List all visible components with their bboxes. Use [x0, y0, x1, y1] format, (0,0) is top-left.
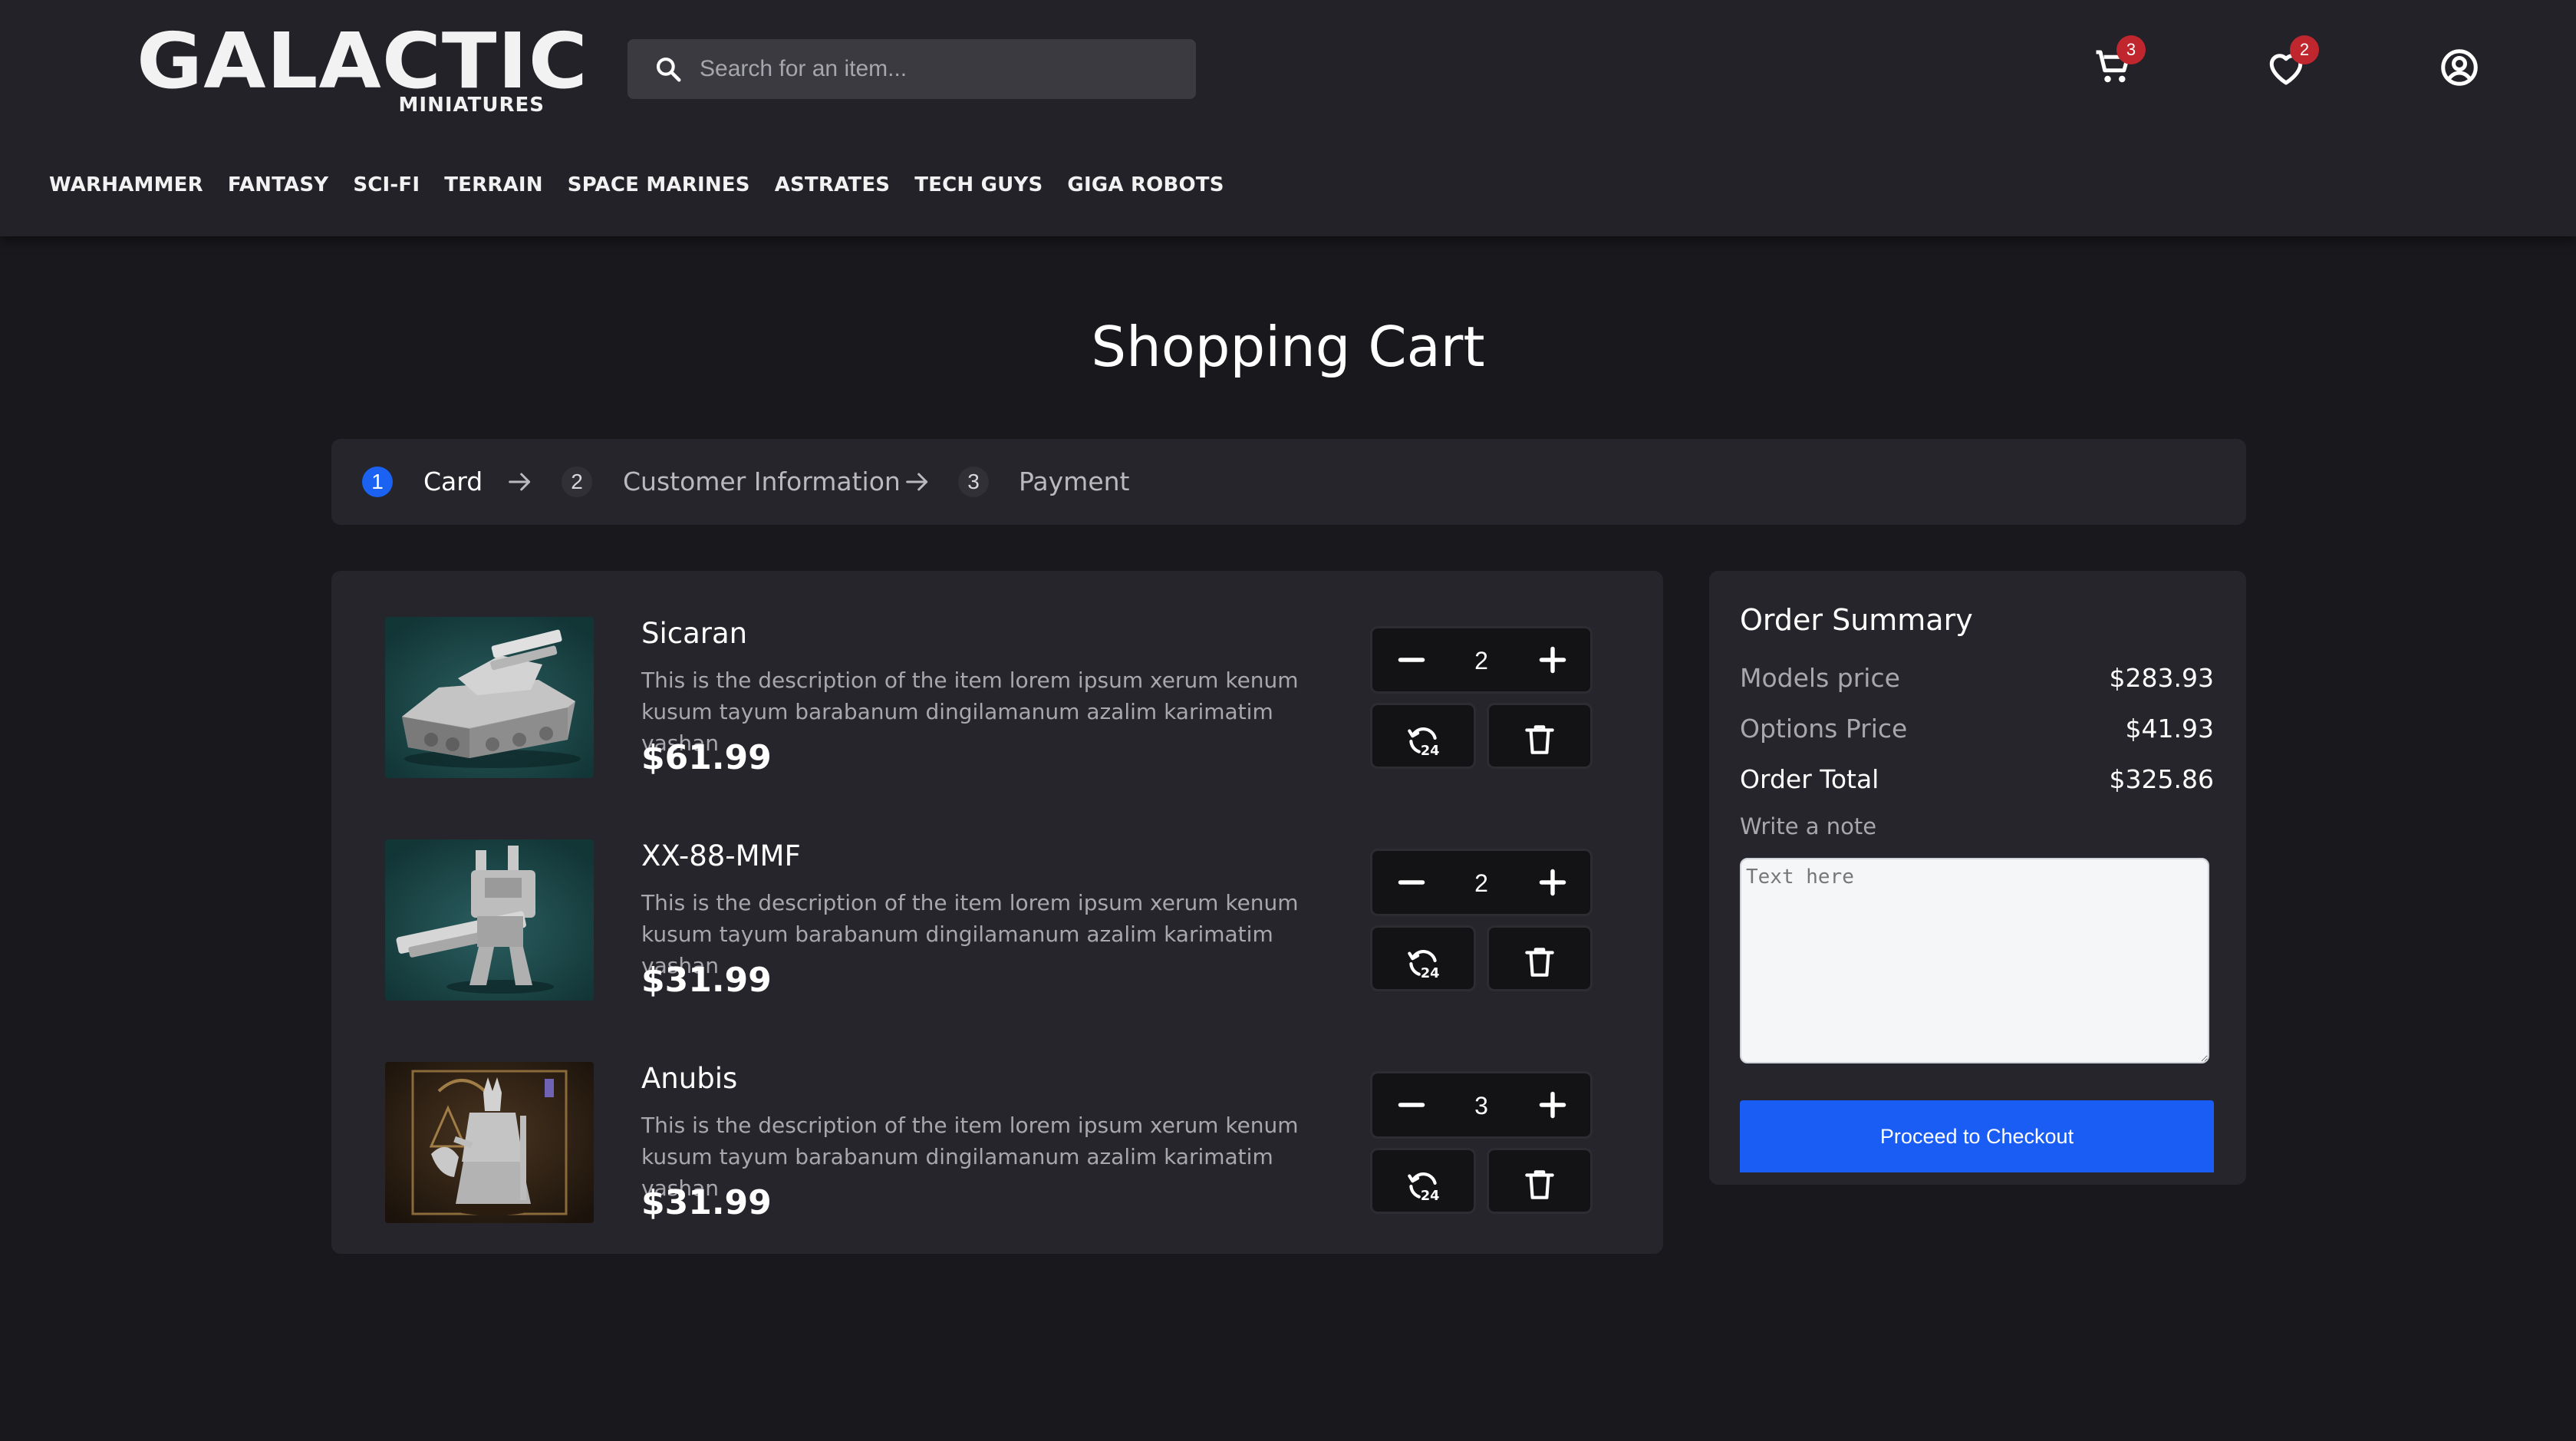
item-price: $61.99 — [641, 738, 772, 777]
quantity-value[interactable]: 2 — [1449, 851, 1514, 915]
brand-logo[interactable]: GALACTIC MINIATURES — [137, 23, 588, 119]
item-description-line: This is the description of the item lore… — [641, 1113, 1299, 1138]
user-circle-icon — [2441, 49, 2478, 86]
page-title: Shopping Cart — [1091, 315, 1485, 379]
step-1-number[interactable]: 1 — [362, 467, 393, 497]
cart-item: Anubis This is the description of the it… — [385, 1062, 1636, 1231]
arrow-right-icon — [906, 473, 928, 491]
nav-item-sci-fi[interactable]: SCI-FI — [353, 173, 420, 204]
cart-item: Sicaran This is the description of the i… — [385, 617, 1636, 786]
item-description-line: This is the description of the item lore… — [641, 668, 1299, 693]
summary-label: Options Price — [1740, 714, 1908, 744]
arrow-right-icon — [509, 473, 531, 491]
cart-count-badge: 3 — [2116, 35, 2146, 64]
nav-item-giga-robots[interactable]: GIGA ROBOTS — [1067, 173, 1224, 204]
nav-item-fantasy[interactable]: FANTASY — [228, 173, 328, 204]
renew-button[interactable]: 24 — [1370, 1148, 1476, 1214]
quantity-value[interactable]: 2 — [1449, 628, 1514, 693]
minus-icon[interactable] — [1392, 1086, 1431, 1124]
nav-item-space-marines[interactable]: SPACE MARINES — [568, 173, 750, 204]
site-header: GALACTIC MINIATURES 3 2 WARHAMMER — [0, 0, 2576, 236]
item-name[interactable]: Anubis — [641, 1062, 737, 1095]
mech-robot-miniature-image — [385, 839, 594, 1001]
svg-text:24: 24 — [1421, 744, 1440, 759]
step-2-label[interactable]: Customer Information — [623, 467, 901, 497]
order-summary-title: Order Summary — [1740, 603, 1973, 637]
cart-items-panel: Sicaran This is the description of the i… — [331, 571, 1663, 1254]
summary-value: $325.86 — [2109, 764, 2214, 794]
plus-icon[interactable] — [1533, 641, 1572, 679]
plus-icon[interactable] — [1533, 863, 1572, 902]
item-price: $31.99 — [641, 1183, 772, 1222]
trash-icon — [1525, 948, 1554, 977]
proceed-to-checkout-button[interactable]: Proceed to Checkout — [1740, 1100, 2214, 1172]
quantity-stepper: 3 — [1370, 1071, 1593, 1139]
item-thumbnail[interactable] — [385, 839, 594, 1001]
item-thumbnail[interactable] — [385, 1062, 594, 1223]
cart-item: XX-88-MMF This is the description of the… — [385, 839, 1636, 1008]
quantity-value[interactable]: 3 — [1449, 1073, 1514, 1138]
search-icon[interactable] — [654, 54, 683, 84]
svg-text:24: 24 — [1421, 966, 1440, 981]
wishlist-count-badge: 2 — [2290, 35, 2319, 64]
checkout-stepper: 1 Card 2 Customer Information 3 Payment — [331, 439, 2246, 525]
item-thumbnail[interactable] — [385, 617, 594, 778]
summary-value: $283.93 — [2109, 663, 2214, 693]
brand-name: GALACTIC — [137, 16, 588, 106]
item-name[interactable]: XX-88-MMF — [641, 839, 801, 872]
brand-subtitle: MINIATURES — [398, 94, 545, 117]
summary-row-order-total: Order Total $325.86 — [1740, 764, 2214, 803]
anubis-warrior-miniature-image — [385, 1062, 594, 1223]
nav-item-astrates[interactable]: ASTRATES — [775, 173, 891, 204]
tank-miniature-image — [385, 617, 594, 778]
item-price: $31.99 — [641, 961, 772, 1000]
trash-icon — [1525, 1170, 1554, 1199]
minus-icon[interactable] — [1392, 641, 1431, 679]
quantity-stepper: 2 — [1370, 626, 1593, 694]
summary-label: Models price — [1740, 663, 1900, 693]
renew-button[interactable]: 24 — [1370, 925, 1476, 991]
trash-icon — [1525, 725, 1554, 754]
account-button[interactable] — [2436, 45, 2482, 91]
summary-row-options-price: Options Price $41.93 — [1740, 714, 2214, 752]
restore-24h-icon: 24 — [1408, 727, 1440, 759]
summary-label: Order Total — [1740, 764, 1879, 794]
note-label: Write a note — [1740, 813, 1877, 839]
svg-text:24: 24 — [1421, 1189, 1440, 1204]
step-3-label[interactable]: Payment — [1019, 467, 1129, 497]
summary-value: $41.93 — [2125, 714, 2214, 744]
item-description-line: This is the description of the item lore… — [641, 890, 1299, 915]
minus-icon[interactable] — [1392, 863, 1431, 902]
nav-item-warhammer[interactable]: WARHAMMER — [49, 173, 203, 204]
delete-button[interactable] — [1487, 925, 1593, 991]
quantity-stepper: 2 — [1370, 849, 1593, 916]
step-3-number[interactable]: 3 — [958, 467, 989, 497]
delete-button[interactable] — [1487, 703, 1593, 769]
delete-button[interactable] — [1487, 1148, 1593, 1214]
search-input[interactable] — [700, 39, 1175, 99]
restore-24h-icon: 24 — [1408, 950, 1440, 981]
renew-button[interactable]: 24 — [1370, 703, 1476, 769]
restore-24h-icon: 24 — [1408, 1172, 1440, 1204]
item-name[interactable]: Sicaran — [641, 617, 747, 650]
nav-item-terrain[interactable]: TERRAIN — [444, 173, 543, 204]
search-bar — [628, 39, 1196, 99]
step-1-label[interactable]: Card — [423, 467, 483, 497]
category-nav: WARHAMMER FANTASY SCI-FI TERRAIN SPACE M… — [49, 173, 1249, 204]
step-2-number[interactable]: 2 — [562, 467, 592, 497]
summary-row-models-price: Models price $283.93 — [1740, 663, 2214, 701]
order-note-textarea[interactable] — [1740, 858, 2209, 1063]
nav-item-tech-guys[interactable]: TECH GUYS — [914, 173, 1043, 204]
plus-icon[interactable] — [1533, 1086, 1572, 1124]
order-summary-panel: Order Summary Models price $283.93 Optio… — [1709, 571, 2246, 1185]
